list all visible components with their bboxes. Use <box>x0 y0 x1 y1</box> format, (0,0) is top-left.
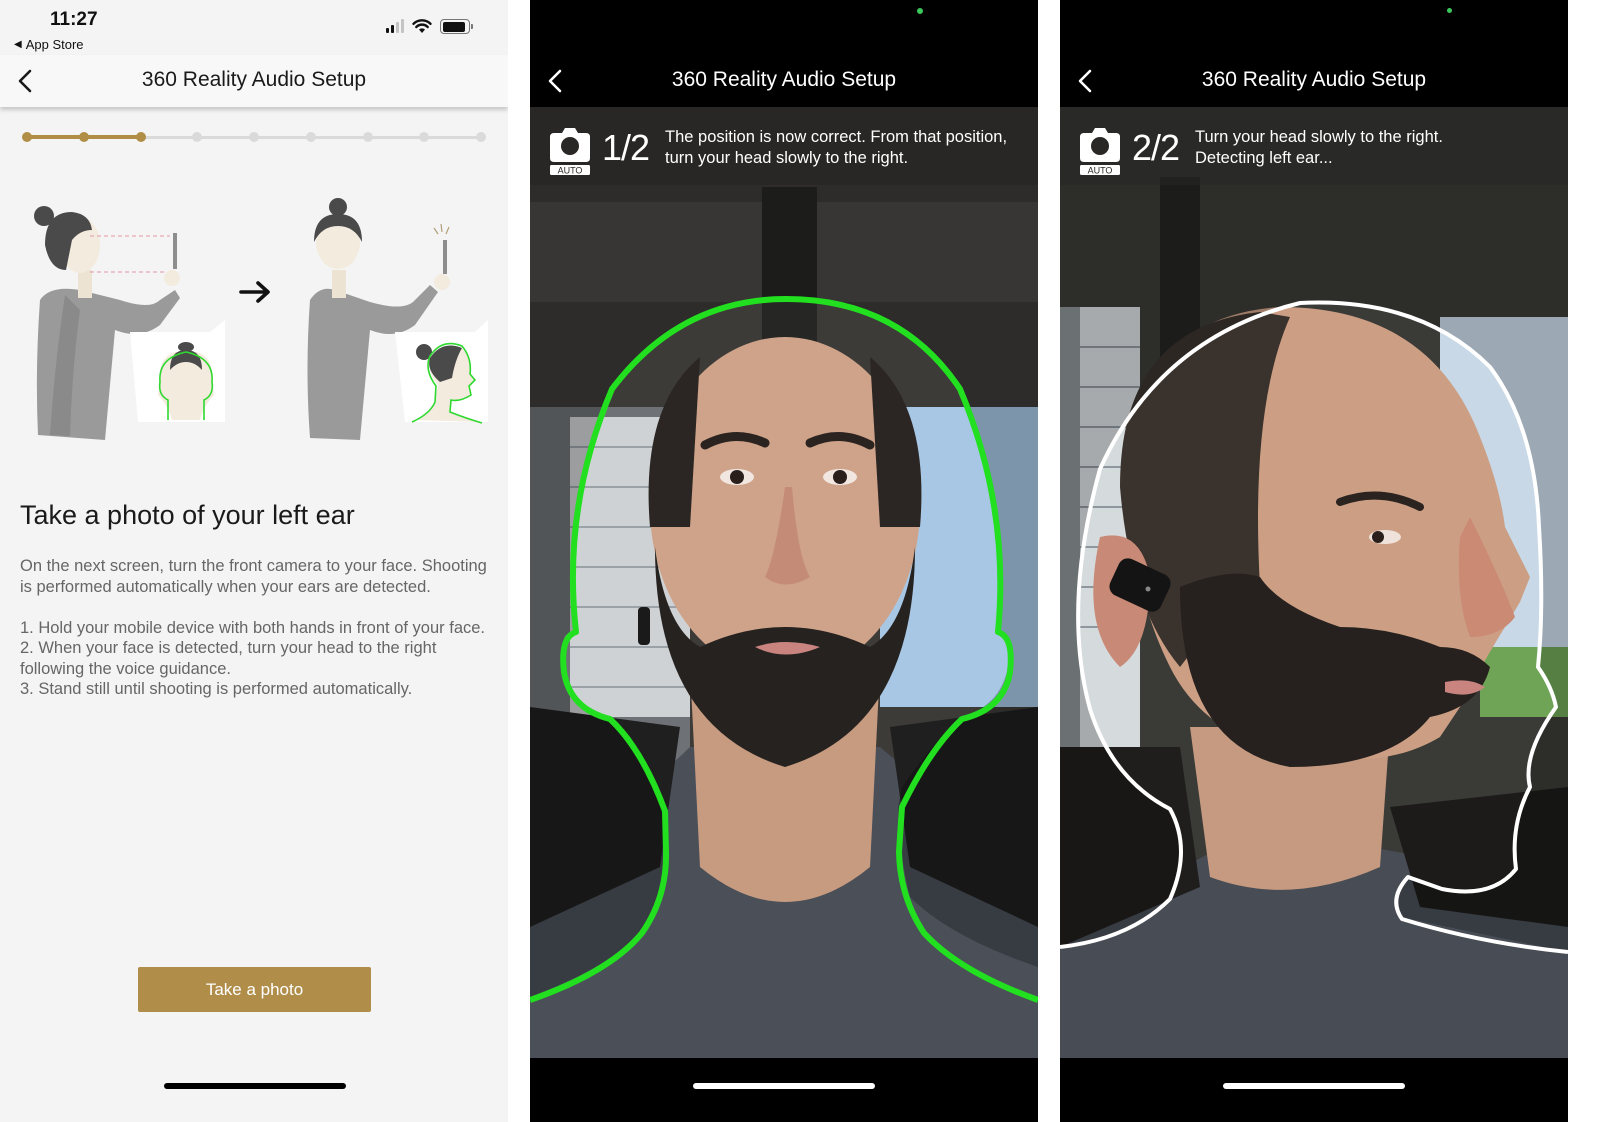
capture-step-count: 1/2 <box>602 127 650 168</box>
status-icons <box>386 19 473 34</box>
auto-camera-icon: AUTO <box>550 128 590 175</box>
progress-step-dot <box>78 132 89 142</box>
auto-badge-text: AUTO <box>558 166 583 175</box>
nav-bar: 360 Reality Audio Setup <box>1060 55 1568 107</box>
arrow-right-icon <box>239 281 270 303</box>
progress-step-dot <box>476 132 486 142</box>
progress-step-dot <box>305 132 316 142</box>
capture-step-count: 2/2 <box>1132 127 1180 168</box>
wifi-icon <box>412 19 432 33</box>
camera-feed-side <box>1060 107 1568 1058</box>
progress-step-dot <box>419 132 430 142</box>
progress-step-dot <box>249 132 259 142</box>
instruction-step: 1. Hold your mobile device with both han… <box>20 618 486 637</box>
bottom-bar <box>530 1058 1038 1122</box>
instruction-heading: Take a photo of your left ear <box>20 500 355 530</box>
bottom-bar <box>1060 1058 1568 1122</box>
page-title: 360 Reality Audio Setup <box>671 68 897 91</box>
back-app-label: App Store <box>25 37 84 52</box>
progress-step-dot <box>22 132 32 142</box>
back-to-app-store-link[interactable]: ◀ App Store <box>14 37 84 52</box>
capture-instruction-text: The position is now correct. From that p… <box>665 128 1008 167</box>
status-time: 11:27 <box>50 9 98 30</box>
progress-step-dot <box>192 132 203 142</box>
camera-in-use-indicator <box>917 8 923 14</box>
instruction-step: 3. Stand still until shooting is perform… <box>20 680 413 698</box>
nav-bar: 360 Reality Audio Setup <box>0 55 508 107</box>
camera-preview: AUTO 1/2 The position is now correct. Fr… <box>530 107 1038 1058</box>
take-photo-button[interactable]: Take a photo <box>138 967 371 1012</box>
camera-front-face-screen: 360 Reality Audio Setup AUTO 1/2 The pos… <box>530 0 1038 1122</box>
instruction-intro: On the next screen, turn the front camer… <box>20 557 487 596</box>
woman-turning-head-figure <box>307 198 488 440</box>
woman-facing-phone-figure <box>34 206 225 440</box>
capture-instruction-banner: AUTO 2/2 Turn your head slowly to the ri… <box>1060 107 1568 185</box>
nav-bar: 360 Reality Audio Setup <box>530 55 1038 107</box>
instruction-step: 2. When your face is detected, turn your… <box>20 639 437 678</box>
progress-step-dot <box>362 132 373 142</box>
setup-instructions-screen: 11:27 ◀ App Store 360 Reality Audio Setu… <box>0 0 508 1122</box>
home-indicator[interactable] <box>164 1083 346 1089</box>
auto-camera-icon: AUTO <box>1080 128 1120 175</box>
home-indicator[interactable] <box>693 1083 875 1089</box>
status-bar: 11:27 ◀ App Store <box>0 0 508 60</box>
step-progress-indicator <box>22 131 486 143</box>
progress-step-dot <box>135 132 146 142</box>
cellular-signal-icon <box>386 19 404 33</box>
page-title: 360 Reality Audio Setup <box>141 68 367 91</box>
home-indicator[interactable] <box>1223 1083 1405 1089</box>
auto-badge-text: AUTO <box>1088 166 1113 175</box>
capture-instruction-text: Turn your head slowly to the right. Dete… <box>1195 128 1443 167</box>
battery-icon <box>440 19 473 34</box>
instruction-steps: 1. Hold your mobile device with both han… <box>20 618 490 700</box>
camera-feed-front <box>530 107 1038 1058</box>
capture-instruction-banner: AUTO 1/2 The position is now correct. Fr… <box>530 107 1038 185</box>
camera-preview: AUTO 2/2 Turn your head slowly to the ri… <box>1060 107 1568 1058</box>
camera-side-profile-screen: 360 Reality Audio Setup AUTO 2/2 Turn yo… <box>1060 0 1568 1122</box>
back-triangle-icon: ◀ <box>14 39 22 50</box>
page-title: 360 Reality Audio Setup <box>1201 68 1427 91</box>
instruction-body: On the next screen, turn the front camer… <box>20 556 490 700</box>
instruction-illustration <box>34 198 488 440</box>
camera-in-use-indicator <box>1447 8 1452 13</box>
